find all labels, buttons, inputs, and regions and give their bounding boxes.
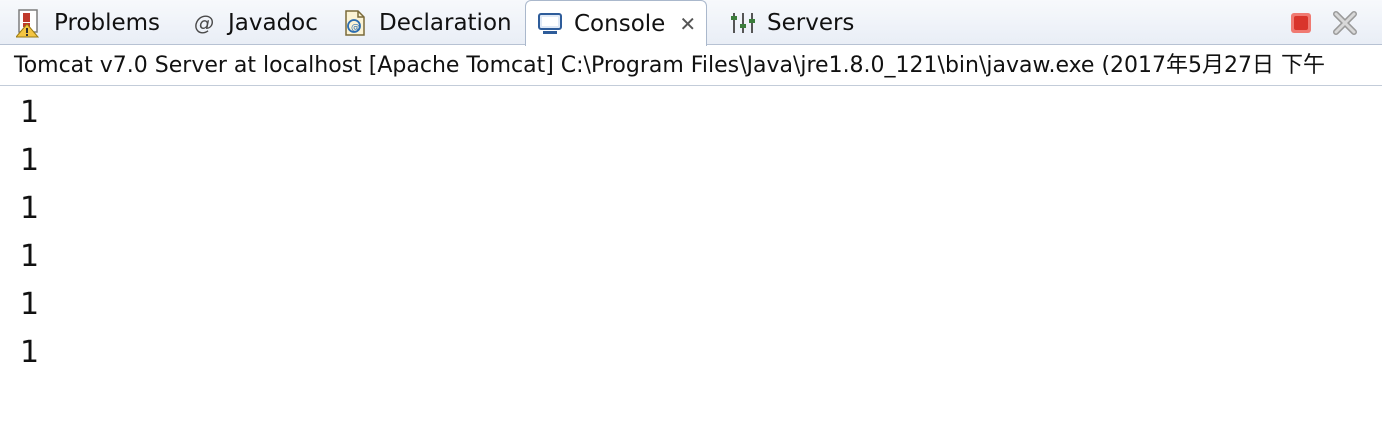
tab-declaration[interactable]: @ Declaration bbox=[341, 0, 512, 45]
tab-label: Servers bbox=[767, 9, 855, 36]
console-line: 1 bbox=[20, 335, 40, 370]
tab-problems[interactable]: Problems bbox=[16, 0, 160, 45]
console-line: 1 bbox=[20, 95, 40, 130]
close-tab-icon[interactable]: ✕ bbox=[679, 12, 696, 36]
tab-servers[interactable]: Servers bbox=[729, 0, 854, 45]
console-line: 1 bbox=[20, 191, 40, 226]
console-icon bbox=[536, 10, 564, 38]
console-line: 1 bbox=[20, 287, 40, 322]
remove-all-terminated-icon[interactable] bbox=[1330, 8, 1360, 38]
process-info-bar: Tomcat v7.0 Server at localhost [Apache … bbox=[0, 46, 1382, 86]
console-line: 1 bbox=[20, 239, 40, 274]
view-tab-bar: Problems @ Javadoc @ Declaration Console… bbox=[0, 0, 1382, 46]
declaration-icon: @ bbox=[341, 9, 369, 37]
tab-label: Console bbox=[574, 10, 666, 37]
terminate-icon[interactable] bbox=[1286, 8, 1316, 38]
servers-icon bbox=[729, 9, 757, 37]
console-line: 1 bbox=[20, 143, 40, 178]
problems-icon bbox=[16, 8, 44, 37]
tab-label: Declaration bbox=[379, 9, 512, 36]
svg-text:@: @ bbox=[351, 23, 360, 33]
javadoc-at-icon: @ bbox=[194, 10, 214, 35]
console-output-area[interactable]: 1 1 1 1 1 1 bbox=[0, 87, 1382, 428]
tab-console[interactable]: Console ✕ bbox=[525, 0, 708, 46]
tab-label: Javadoc bbox=[228, 9, 318, 36]
tab-label: Problems bbox=[54, 9, 161, 36]
tab-javadoc[interactable]: @ Javadoc bbox=[190, 0, 318, 45]
